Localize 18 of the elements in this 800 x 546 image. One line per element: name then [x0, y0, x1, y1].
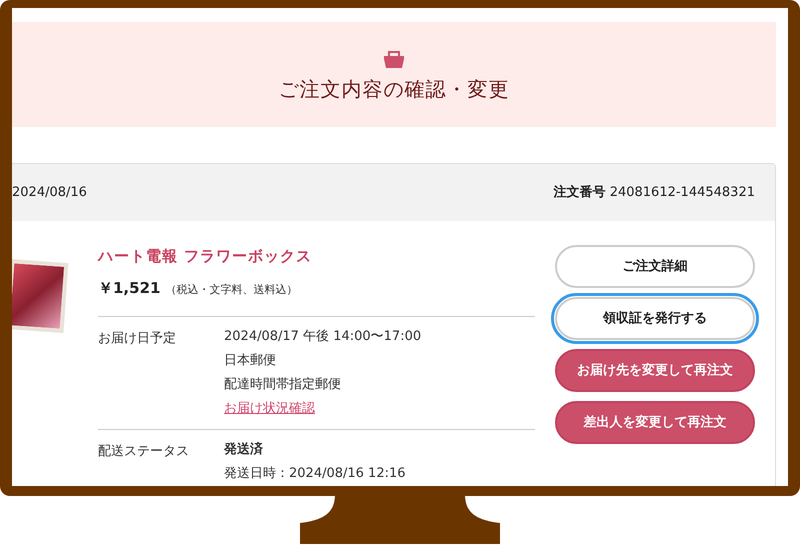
detail-value: 日本郵便 [224, 352, 276, 368]
product-name: ハート電報 フラワーボックス [98, 246, 314, 267]
tracking-link[interactable]: お届け状況確認 [224, 400, 315, 416]
detail-value: 配達時間帯指定郵便 [224, 376, 341, 392]
action-button[interactable]: 差出人を変更して再注文 [555, 401, 755, 444]
detail-value: 2024/08/17 午後 14:00〜17:00 [224, 328, 422, 344]
page-title: ご注文内容の確認・変更 [278, 76, 510, 100]
detail-label: 配送ステータス [98, 442, 190, 460]
product-price: ￥1,521 [98, 278, 160, 296]
detail-label: お届け日予定 [98, 330, 177, 348]
order-number: 注文番号 24081612-144548321 [554, 184, 755, 202]
action-button[interactable]: お届け先を変更して再注文 [555, 349, 755, 392]
basket-icon [383, 48, 405, 68]
order-date: 2024/08/16 [12, 184, 87, 202]
detail-value: 発送日時：2024/08/16 12:16 [224, 466, 406, 480]
detail-value: 発送済 [224, 442, 263, 456]
price-note: （税込・文字料、送料込） [166, 282, 298, 296]
action-button[interactable]: ご注文詳細 [555, 245, 755, 288]
